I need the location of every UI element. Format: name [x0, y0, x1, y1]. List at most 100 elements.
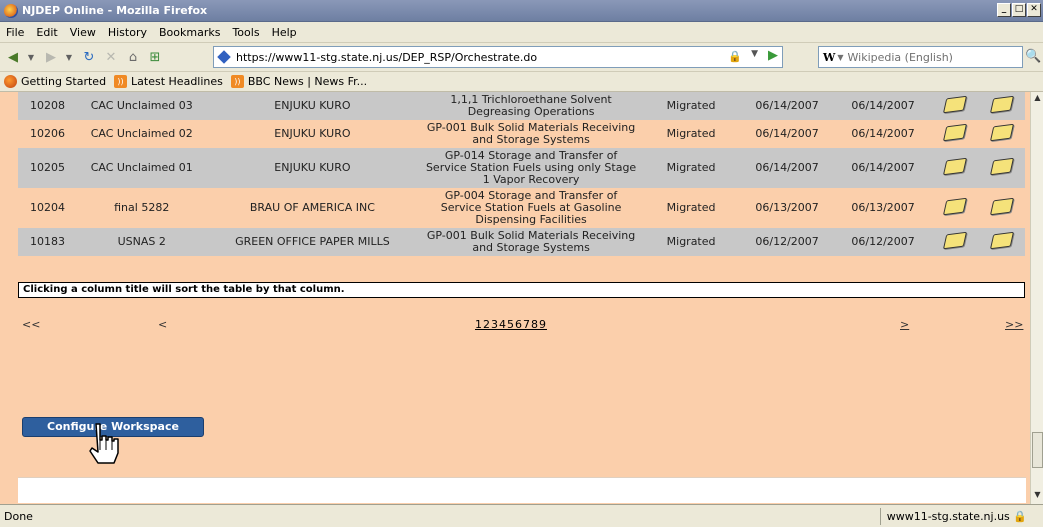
- pager-prev[interactable]: <: [158, 318, 167, 331]
- view-note-icon[interactable]: [942, 123, 967, 142]
- row-name: CAC Unclaimed 03: [77, 92, 206, 120]
- row-date-submitted: 06/12/2007: [739, 228, 836, 256]
- edit-note-icon[interactable]: [989, 157, 1014, 176]
- row-date-updated: 06/14/2007: [835, 148, 932, 188]
- menu-help[interactable]: Help: [272, 26, 297, 39]
- bookmark-getting-started[interactable]: Getting Started: [21, 75, 106, 88]
- page-link[interactable]: 6: [515, 318, 523, 331]
- vertical-scrollbar[interactable]: ▲ ▼: [1030, 92, 1043, 504]
- table-row[interactable]: 10204 final 5282 BRAU OF AMERICA INC GP-004…: [18, 188, 1025, 228]
- wikipedia-icon[interactable]: W: [823, 51, 835, 64]
- url-dropdown-icon[interactable]: ▼: [751, 49, 758, 59]
- search-box[interactable]: W ▼ Wikipedia (English): [818, 46, 1023, 68]
- page-link[interactable]: 1: [475, 318, 483, 331]
- lock-icon: 🔒: [1013, 510, 1027, 523]
- page-link[interactable]: 5: [507, 318, 515, 331]
- window-title: NJDEP Online - Mozilla Firefox: [22, 4, 208, 17]
- menu-bar: File Edit View History Bookmarks Tools H…: [0, 22, 1043, 43]
- forward-icon[interactable]: ▶: [42, 48, 60, 66]
- view-note-icon[interactable]: [942, 231, 967, 250]
- go-icon[interactable]: ▶: [768, 48, 778, 63]
- menu-file[interactable]: File: [6, 26, 24, 39]
- page-link[interactable]: 2: [483, 318, 491, 331]
- row-permit: GP-001 Bulk Solid Materials Receiving an…: [419, 120, 644, 148]
- close-button[interactable]: ✕: [1027, 3, 1041, 17]
- menu-bookmarks[interactable]: Bookmarks: [159, 26, 220, 39]
- pager-first[interactable]: <<: [22, 318, 40, 331]
- view-note-icon[interactable]: [942, 95, 967, 114]
- back-icon[interactable]: ◀: [4, 48, 22, 66]
- menu-tools[interactable]: Tools: [232, 26, 259, 39]
- page-link[interactable]: 9: [539, 318, 547, 331]
- pager-next[interactable]: >: [900, 318, 909, 331]
- window-controls: _ □ ✕: [997, 3, 1041, 17]
- reload-icon[interactable]: ↻: [80, 48, 98, 66]
- scroll-thumb[interactable]: [1032, 432, 1043, 468]
- scroll-up-icon[interactable]: ▲: [1032, 93, 1043, 105]
- row-company: ENJUKU KURO: [205, 148, 420, 188]
- search-engine-dropdown-icon[interactable]: ▼: [837, 53, 843, 62]
- back-history-dropdown-icon[interactable]: ▼: [26, 48, 36, 66]
- menu-edit[interactable]: Edit: [36, 26, 57, 39]
- table-row[interactable]: 10208 CAC Unclaimed 03 ENJUKU KURO 1,1,1 Tr…: [18, 92, 1025, 120]
- hand-cursor-icon: [89, 423, 119, 464]
- menu-history[interactable]: History: [108, 26, 147, 39]
- url-bar[interactable]: https://www11-stg.state.nj.us/DEP_RSP/Or…: [213, 46, 783, 68]
- navigation-toolbar: ◀ ▼ ▶ ▼ ↻ ✕ ⌂ ⊞ https://www11-stg.state.…: [0, 43, 1043, 72]
- page-link[interactable]: 3: [491, 318, 499, 331]
- row-status: Migrated: [643, 92, 740, 120]
- page-content: 10208 CAC Unclaimed 03 ENJUKU KURO 1,1,1 Tr…: [0, 92, 1030, 504]
- rss-icon: )): [230, 75, 244, 88]
- row-company: ENJUKU KURO: [205, 92, 420, 120]
- bookmarks-toolbar: Getting Started )) Latest Headlines )) B…: [0, 72, 1043, 92]
- add-bookmark-icon[interactable]: ⊞: [146, 48, 164, 66]
- row-status: Migrated: [643, 188, 740, 228]
- bookmark-latest-headlines[interactable]: Latest Headlines: [131, 75, 223, 88]
- row-id: 10208: [18, 92, 78, 120]
- getting-started-icon: [4, 75, 17, 88]
- bookmark-bbc-news[interactable]: BBC News | News Fr...: [248, 75, 367, 88]
- url-text[interactable]: https://www11-stg.state.nj.us/DEP_RSP/Or…: [236, 51, 537, 64]
- window-titlebar: NJDEP Online - Mozilla Firefox _ □ ✕: [0, 0, 1043, 22]
- lock-icon[interactable]: 🔒: [728, 50, 742, 63]
- row-name: final 5282: [77, 188, 206, 228]
- row-id: 10205: [18, 148, 78, 188]
- edit-note-icon[interactable]: [989, 95, 1014, 114]
- row-date-updated: 06/14/2007: [835, 120, 932, 148]
- table-row[interactable]: 10206 CAC Unclaimed 02 ENJUKU KURO GP-001 B…: [18, 120, 1025, 148]
- row-action-cell: [931, 228, 978, 256]
- view-note-icon[interactable]: [942, 197, 967, 216]
- maximize-button[interactable]: □: [1012, 3, 1026, 17]
- row-action-cell: [931, 188, 978, 228]
- menu-view[interactable]: View: [70, 26, 96, 39]
- stop-icon[interactable]: ✕: [102, 48, 120, 66]
- row-company: GREEN OFFICE PAPER MILLS: [205, 228, 420, 256]
- search-icon[interactable]: 🔍: [1025, 49, 1041, 64]
- page-link[interactable]: 8: [531, 318, 539, 331]
- view-note-icon[interactable]: [942, 157, 967, 176]
- status-bar: Done www11-stg.state.nj.us 🔒: [0, 504, 1043, 527]
- row-action-cell: [978, 120, 1025, 148]
- row-date-submitted: 06/14/2007: [739, 92, 836, 120]
- scroll-down-icon[interactable]: ▼: [1032, 490, 1043, 502]
- table-row[interactable]: 10183 USNAS 2 GREEN OFFICE PAPER MILLS GP-0…: [18, 228, 1025, 256]
- status-domain-text: www11-stg.state.nj.us: [886, 510, 1010, 523]
- row-action-cell: [978, 148, 1025, 188]
- row-name: CAC Unclaimed 02: [77, 120, 206, 148]
- site-identity-icon[interactable]: [217, 50, 231, 64]
- row-permit: 1,1,1 Trichloroethane Solvent Degreasing…: [419, 92, 644, 120]
- row-date-updated: 06/12/2007: [835, 228, 932, 256]
- search-placeholder[interactable]: Wikipedia (English): [848, 51, 953, 64]
- edit-note-icon[interactable]: [989, 197, 1014, 216]
- row-date-submitted: 06/14/2007: [739, 120, 836, 148]
- minimize-button[interactable]: _: [997, 3, 1011, 17]
- home-icon[interactable]: ⌂: [124, 48, 142, 66]
- forward-history-dropdown-icon[interactable]: ▼: [64, 48, 74, 66]
- page-link[interactable]: 4: [499, 318, 507, 331]
- footer-panel: [18, 477, 1026, 503]
- page-link[interactable]: 7: [523, 318, 531, 331]
- table-row[interactable]: 10205 CAC Unclaimed 01 ENJUKU KURO GP-014 S…: [18, 148, 1025, 188]
- pager-last[interactable]: >>: [1005, 318, 1023, 331]
- edit-note-icon[interactable]: [989, 123, 1014, 142]
- edit-note-icon[interactable]: [989, 231, 1014, 250]
